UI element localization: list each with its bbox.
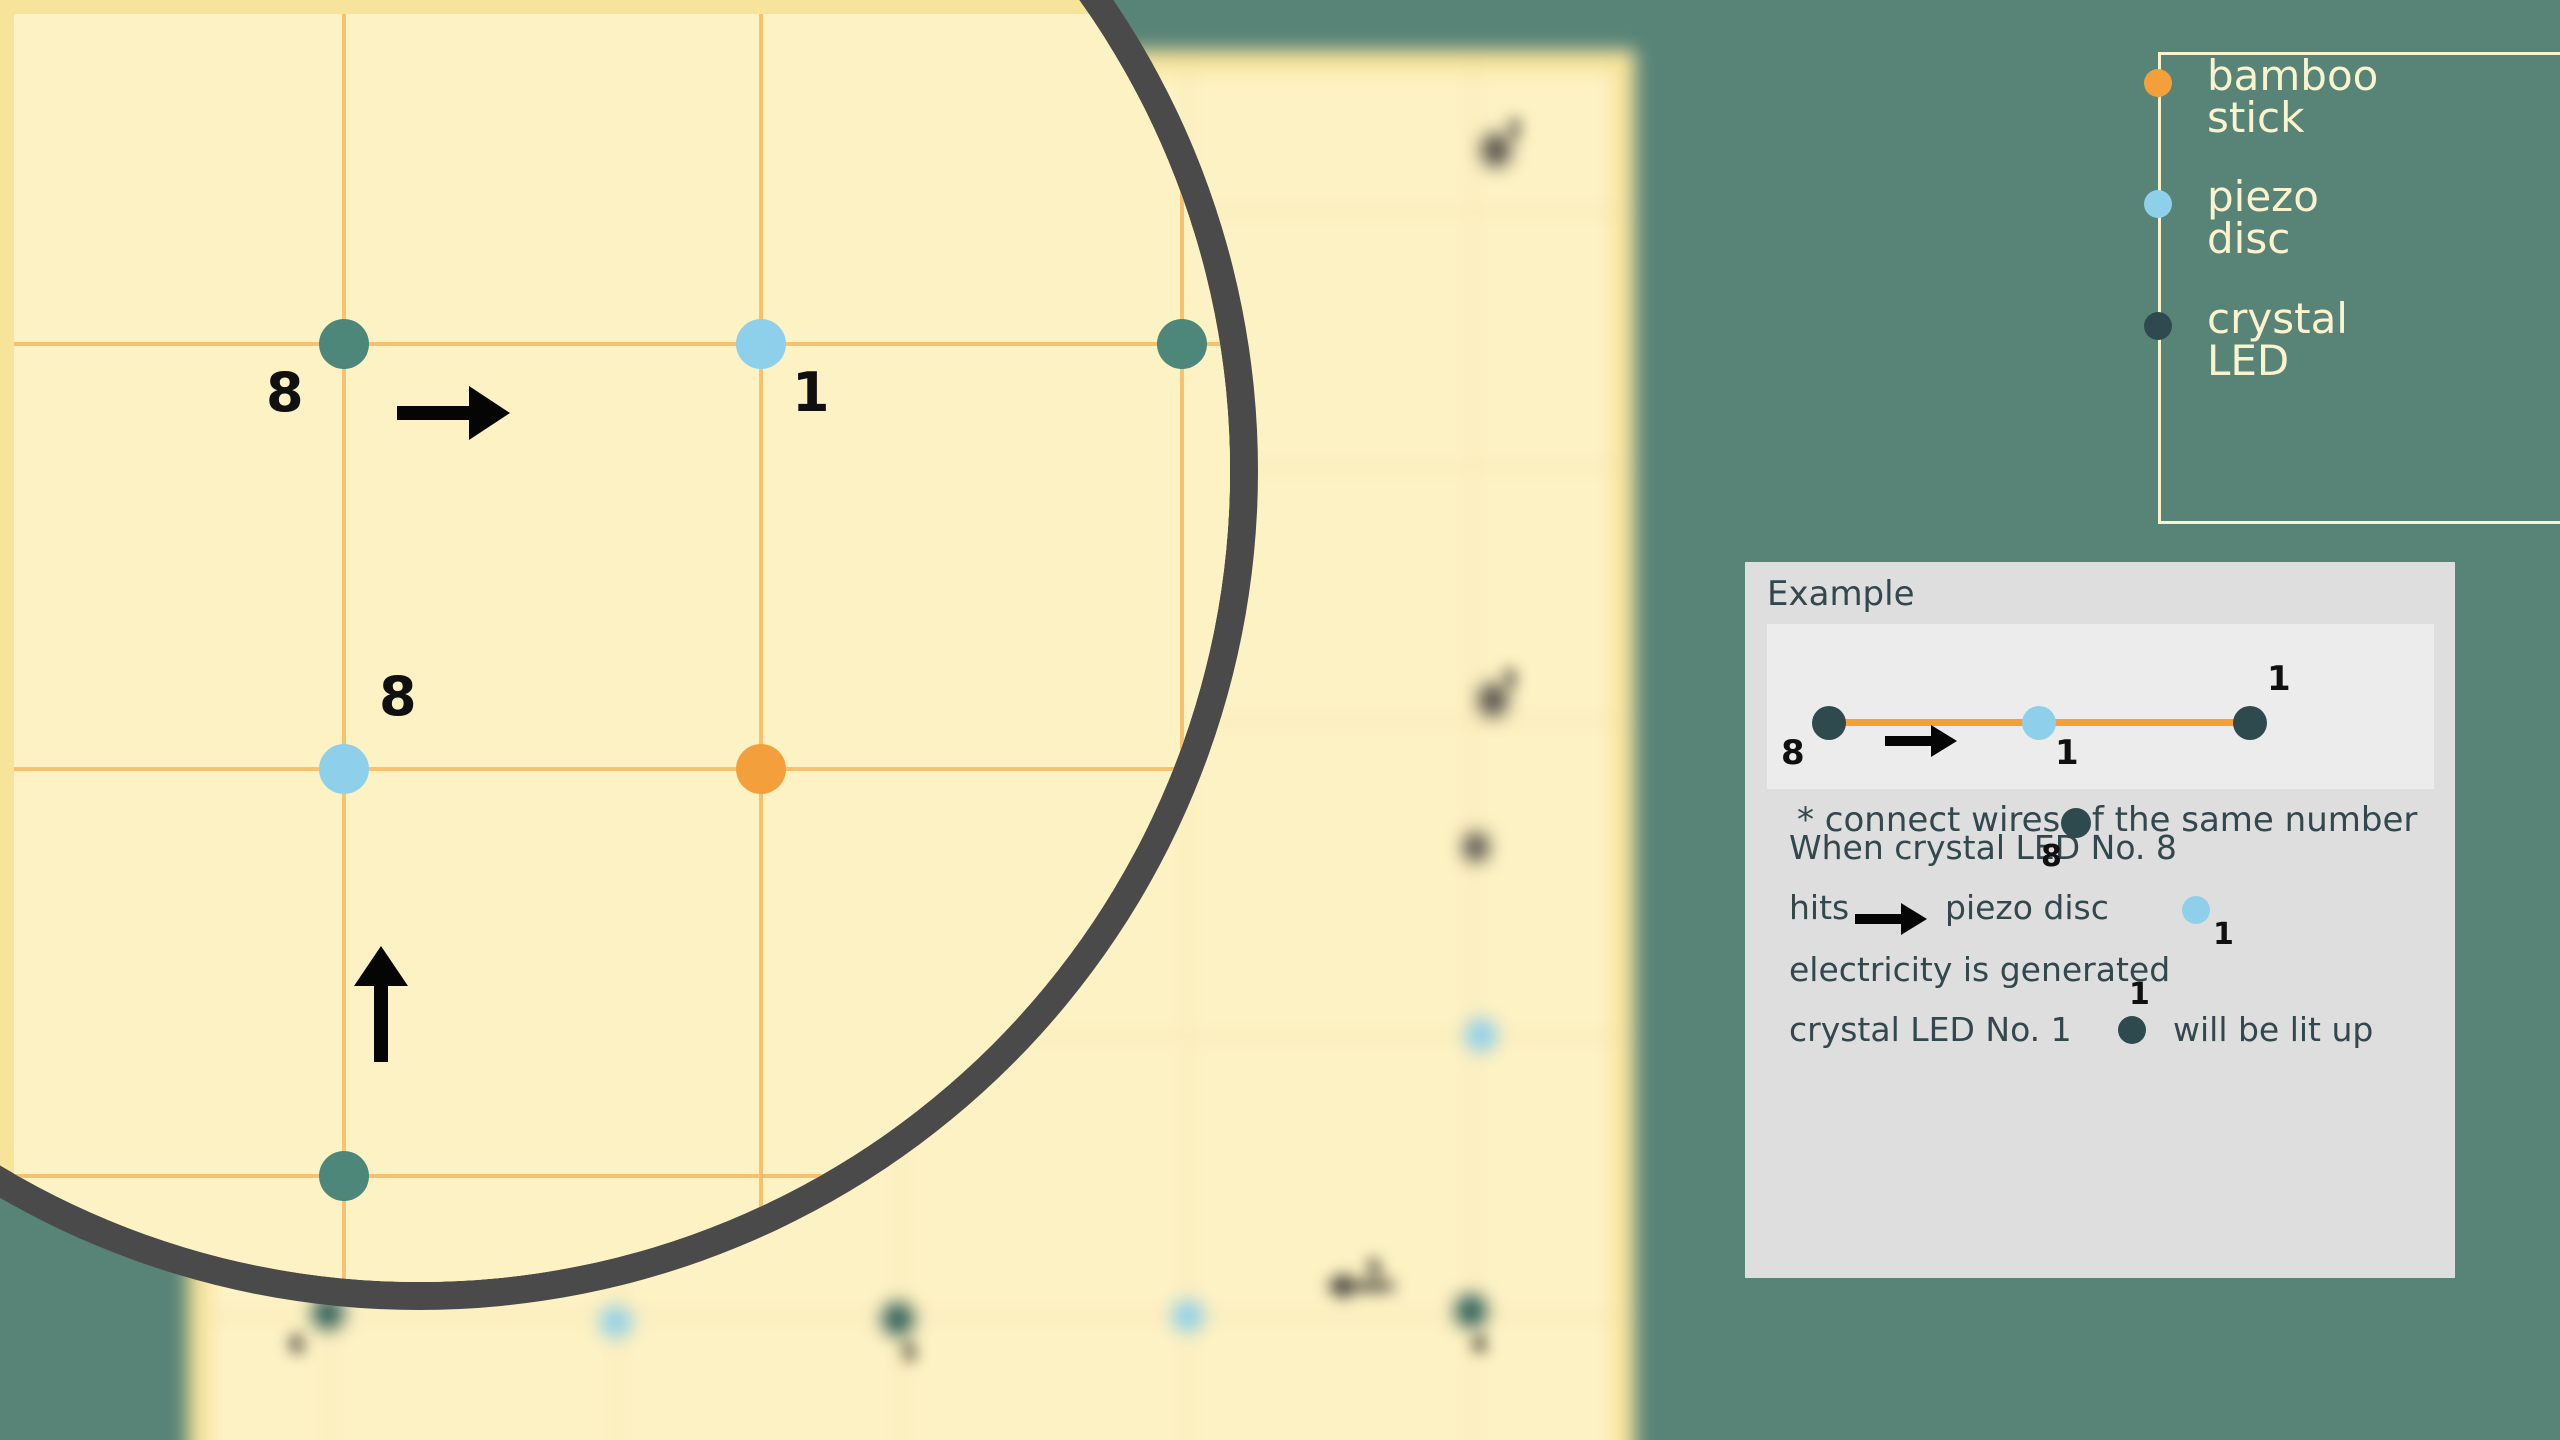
bg-node-crystal-led: [1455, 1294, 1487, 1328]
mag-grid-line-v1: [342, 14, 346, 1282]
bg-arrow-left-icon: [1327, 1272, 1393, 1300]
example-step-1-text: When crystal LED No. 8: [1789, 828, 2177, 867]
legend-item-piezo-disc[interactable]: piezo disc: [2144, 172, 2527, 263]
piezo-disc-dot-icon: [2144, 190, 2172, 218]
bamboo-stick-dot-icon: [2144, 69, 2172, 97]
example-step-4-dot-label: 1: [2129, 977, 2150, 1012]
magnifier-content: 8 1 1 8: [0, 0, 1230, 1282]
mag-grid-line-v3: [1180, 14, 1184, 1282]
mag-node-label: 8: [379, 665, 417, 728]
example-step-3-text: electricity is generated: [1789, 950, 2171, 989]
example-step-2-dot-piezo-disc: [2182, 896, 2210, 924]
example-dot-label-right: 1: [2267, 659, 2291, 699]
legend-item-bamboo-stick[interactable]: bamboo stick: [2144, 51, 2527, 142]
bg-node-crystal-led: [312, 1296, 344, 1330]
example-dot-label-middle: 1: [2055, 733, 2079, 773]
mag-grid-line-v2: [759, 14, 763, 1282]
mag-grid-line-h3: [14, 1174, 1230, 1178]
bg-node-label: 4: [1470, 1330, 1489, 1360]
example-step-2-text: hits: [1789, 888, 1850, 927]
mag-node-label: 1: [1212, 252, 1230, 306]
bg-node-label: 3: [1500, 665, 1519, 695]
bg-node-crystal-led: [882, 1302, 914, 1336]
magnified-board-surface: 8 1 1 8: [14, 14, 1230, 1282]
example-step-1-dot-crystal-led: [2061, 808, 2091, 838]
example-step-4-dot-crystal-led: [2118, 1016, 2146, 1044]
bg-node-label: 2: [1505, 115, 1524, 145]
bg-node-label: 6: [288, 1330, 307, 1360]
example-title: Example: [1767, 574, 1915, 614]
mag-node-label: 1: [792, 361, 830, 424]
crystal-led-dot-icon: [2144, 312, 2172, 340]
example-arrow-right-icon: [1885, 725, 1957, 757]
bg-node-crystal-led: [1463, 832, 1489, 862]
bg-node-piezo-disc: [600, 1306, 632, 1338]
bg-node-piezo-disc: [1465, 1018, 1497, 1052]
example-step-2-dot-label: 1: [2213, 917, 2234, 952]
board-edge-right: [1613, 50, 1635, 1440]
legend: bamboo stick piezo disc crystal LED: [2144, 51, 2560, 524]
mag-grid-line-h2: [14, 767, 1230, 771]
mag-arrow-up-icon: [354, 946, 408, 1062]
mag-node-piezo-disc[interactable]: [736, 319, 786, 369]
example-step-2-text2: piezo disc: [1945, 888, 2109, 927]
example-dot-label-left: 8: [1781, 733, 1805, 773]
mag-node-piezo-disc[interactable]: [319, 744, 369, 794]
example-step-2-arrow-right-icon: [1855, 903, 1927, 935]
example-step-4-text2: will be lit up: [2173, 1010, 2374, 1049]
example-diagram: 8 1 1 * connect wires of the same number: [1767, 624, 2434, 840]
legend-item-label: bamboo stick: [2207, 51, 2379, 142]
mag-arrow-right-icon: [397, 386, 510, 440]
bg-node-piezo-disc: [1172, 1300, 1204, 1332]
mag-node-crystal-led[interactable]: [1157, 319, 1207, 369]
mag-node-bamboo-stick[interactable]: [736, 744, 786, 794]
bg-grid-line-v5: [1471, 50, 1474, 1440]
mag-grid-line-h1: [14, 342, 1230, 346]
legend-item-label: crystal LED: [2207, 294, 2348, 385]
magnifier-lens: 8 1 1 8: [0, 0, 1230, 1282]
mag-node-crystal-led[interactable]: [319, 319, 369, 369]
example-step-4-text: crystal LED No. 1: [1789, 1010, 2072, 1049]
example-dot-crystal-led-left: [1812, 706, 1846, 740]
mag-node-label: 8: [266, 361, 304, 424]
bg-node-label: 5: [900, 1338, 919, 1368]
example-dot-piezo-disc-middle: [2022, 706, 2056, 740]
legend-item-crystal-led[interactable]: crystal LED: [2144, 294, 2527, 385]
example-panel: Example 8 1 1 * connect wires of the sam…: [1745, 562, 2455, 1278]
example-step-1-dot-label: 8: [2041, 839, 2062, 874]
example-dot-crystal-led-right: [2233, 706, 2267, 740]
legend-item-label: piezo disc: [2207, 172, 2319, 263]
mag-node-crystal-led[interactable]: [319, 1151, 369, 1201]
